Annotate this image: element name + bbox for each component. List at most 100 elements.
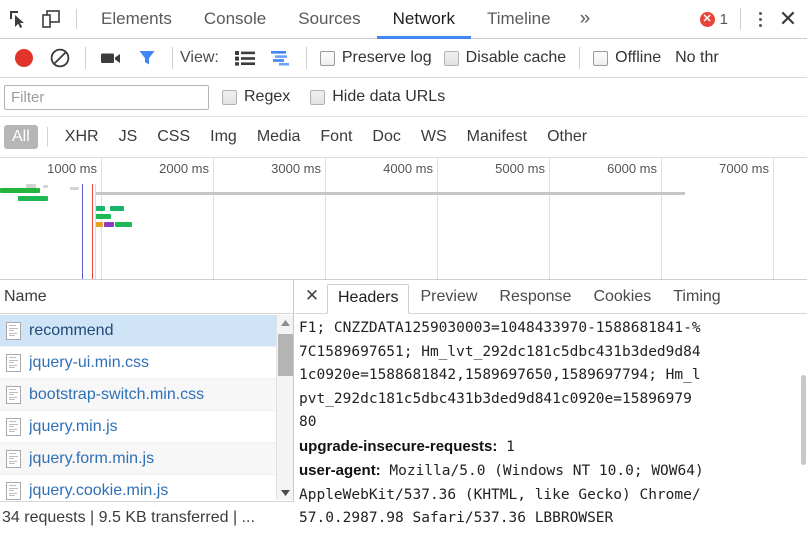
error-icon: ✕ xyxy=(699,11,715,27)
tab-cookies[interactable]: Cookies xyxy=(582,283,662,313)
offline-checkbox[interactable]: Offline xyxy=(593,49,661,67)
requests-column-header[interactable]: Name xyxy=(0,280,293,314)
error-badge[interactable]: ✕ 1 xyxy=(694,11,734,28)
table-row[interactable]: jquery.min.js xyxy=(0,411,293,443)
table-row[interactable]: jquery-ui.min.css xyxy=(0,347,293,379)
header-name: user-agent: xyxy=(299,462,381,479)
scroll-down-arrow[interactable] xyxy=(277,485,294,500)
more-tabs-icon[interactable]: » xyxy=(567,0,604,39)
overview-bar xyxy=(95,206,105,211)
header-value-wrap-line: AppleWebKit/537.36 (KHTML, like Gecko) C… xyxy=(299,486,701,503)
overview-bar xyxy=(110,206,124,211)
more-tabs-glyph: » xyxy=(579,8,591,29)
network-bottom-split: Name recommend jquery-ui.min.css bootstr… xyxy=(0,280,807,533)
requests-scrollbar[interactable] xyxy=(276,315,293,500)
overview-bar xyxy=(18,196,48,201)
tick-label-2000: 2000 ms xyxy=(159,161,209,176)
record-button[interactable] xyxy=(6,42,42,74)
type-filter-xhr[interactable]: XHR xyxy=(57,125,107,149)
tab-console-label: Console xyxy=(203,9,267,28)
table-row[interactable]: jquery.form.min.js xyxy=(0,443,293,475)
list-view-icon[interactable] xyxy=(227,42,263,74)
type-filter-manifest[interactable]: Manifest xyxy=(459,125,535,149)
tab-preview[interactable]: Preview xyxy=(409,283,488,313)
waterfall-view-icon[interactable] xyxy=(263,42,299,74)
toolbar-divider-1 xyxy=(85,47,86,69)
regex-checkbox[interactable]: Regex xyxy=(222,88,290,106)
details-scrollbar-thumb[interactable] xyxy=(801,375,806,465)
toolbar-divider xyxy=(76,9,77,29)
table-row[interactable]: recommend xyxy=(0,315,293,347)
error-count: 1 xyxy=(719,10,728,28)
cookie-wrap-line: 7C1589697651; Hm_lvt_292dc181c5dbc431b3d… xyxy=(299,343,701,360)
tab-sources[interactable]: Sources xyxy=(282,0,376,39)
tabbar-right-controls: ✕ 1 ✕ xyxy=(694,0,807,39)
type-filter-doc[interactable]: Doc xyxy=(364,125,408,149)
kebab-menu-icon[interactable] xyxy=(747,4,773,34)
table-row[interactable]: bootstrap-switch.min.css xyxy=(0,379,293,411)
document-icon xyxy=(6,321,21,340)
overview-bar xyxy=(95,222,103,227)
close-devtools-icon[interactable]: ✕ xyxy=(773,4,803,34)
disable-cache-label: Disable cache xyxy=(465,49,567,66)
table-row[interactable]: jquery.cookie.min.js xyxy=(0,475,293,500)
throttling-select[interactable]: No thr xyxy=(675,49,719,67)
header-value-wrap-line: 57.0.2987.98 Safari/537.36 LBBROWSER xyxy=(299,510,614,526)
overview-bar xyxy=(70,187,79,190)
status-summary: 34 requests | 9.5 KB transferred | ... xyxy=(2,508,255,526)
preserve-log-box xyxy=(319,50,335,66)
close-details-icon[interactable]: ✕ xyxy=(297,279,327,313)
type-filter-all[interactable]: All xyxy=(4,125,38,149)
toggle-device-toolbar-icon[interactable] xyxy=(34,3,68,35)
toolbar-divider-2 xyxy=(172,47,173,69)
disable-cache-box xyxy=(443,50,459,66)
document-icon xyxy=(6,481,21,500)
details-scrollbar[interactable] xyxy=(801,315,807,533)
filter-input[interactable] xyxy=(4,84,209,110)
document-icon xyxy=(6,353,21,372)
devtools-tabbar: Elements Console Sources Network Timelin… xyxy=(0,0,807,39)
network-overview[interactable]: 1000 ms 2000 ms 3000 ms 4000 ms 5000 ms … xyxy=(0,158,807,280)
header-name: upgrade-insecure-requests: xyxy=(299,437,498,455)
scrollbar-thumb[interactable] xyxy=(278,334,293,376)
inspect-element-icon[interactable] xyxy=(0,3,34,35)
tab-response[interactable]: Response xyxy=(488,283,582,313)
close-details-glyph: ✕ xyxy=(304,286,320,305)
type-filter-img[interactable]: Img xyxy=(202,125,245,149)
overview-bar xyxy=(26,184,36,188)
hide-data-urls-checkbox[interactable]: Hide data URLs xyxy=(310,88,445,106)
preserve-log-checkbox[interactable]: Preserve log xyxy=(319,49,432,67)
type-filter-font[interactable]: Font xyxy=(312,125,360,149)
toolbar-divider-3 xyxy=(305,47,307,69)
tick-label-6000: 6000 ms xyxy=(607,161,657,176)
headers-content: F1; CNZZDATA1259030003=1048433970-158868… xyxy=(295,315,807,533)
overview-bar xyxy=(104,222,114,227)
tab-timeline[interactable]: Timeline xyxy=(471,0,567,39)
scroll-up-arrow[interactable] xyxy=(277,315,294,330)
filter-funnel-icon[interactable] xyxy=(129,42,165,74)
type-filter-media[interactable]: Media xyxy=(249,125,309,149)
tick-label-7000: 7000 ms xyxy=(719,161,769,176)
type-filter-css[interactable]: CSS xyxy=(149,125,198,149)
type-filter-other[interactable]: Other xyxy=(539,125,595,149)
overview-waterfall xyxy=(0,184,807,279)
disable-cache-checkbox[interactable]: Disable cache xyxy=(443,49,567,67)
type-filter-js[interactable]: JS xyxy=(111,125,146,149)
tab-console[interactable]: Console xyxy=(188,0,282,39)
tab-headers[interactable]: Headers xyxy=(327,284,410,314)
type-filter-divider xyxy=(46,127,48,147)
camera-icon[interactable] xyxy=(93,42,129,74)
tab-elements[interactable]: Elements xyxy=(85,0,188,39)
overview-selection-edge xyxy=(95,184,96,279)
page-load-rule xyxy=(95,192,685,195)
tab-timing[interactable]: Timing xyxy=(662,283,731,313)
request-name: bootstrap-switch.min.css xyxy=(29,385,205,403)
tab-network-label: Network xyxy=(392,9,455,28)
type-filter-ws[interactable]: WS xyxy=(413,125,455,149)
clear-button[interactable] xyxy=(42,42,78,74)
tab-network[interactable]: Network xyxy=(376,0,472,39)
header-value: Mozilla/5.0 (Windows NT 10.0; WOW64) xyxy=(389,463,704,479)
requests-panel: Name recommend jquery-ui.min.css bootstr… xyxy=(0,280,294,533)
right-divider xyxy=(740,8,741,30)
offline-label: Offline xyxy=(615,49,662,66)
